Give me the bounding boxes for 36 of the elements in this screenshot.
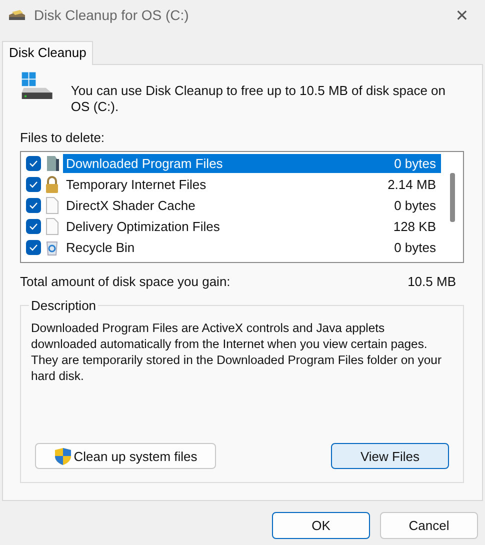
file-name[interactable]: Delivery Optimization Files <box>66 219 220 234</box>
file-size: 2.14 MB <box>388 177 436 192</box>
checkbox[interactable] <box>26 219 41 234</box>
checkbox[interactable] <box>26 156 41 171</box>
files-label: Files to delete: <box>20 130 106 145</box>
document-icon <box>45 218 59 235</box>
checkbox[interactable] <box>26 240 41 255</box>
close-button[interactable]: ✕ <box>439 0 485 30</box>
total-label: Total amount of disk space you gain: <box>20 274 230 289</box>
intro-text: You can use Disk Cleanup to free up to 10.5 MB of disk space on OS (C:). <box>70 82 447 115</box>
group-title: Description <box>29 298 98 313</box>
file-size: 128 KB <box>393 219 436 234</box>
dialog-button[interactable]: OK <box>272 512 370 539</box>
description-text: Downloaded Program Files are ActiveX controls and Java applets downloaded automatically from the Internet when you view certain pages. They are temporarily stored in the Downloaded Program Files folder on your hard disk. <box>31 320 443 384</box>
tab[interactable]: Disk Cleanup <box>2 41 94 65</box>
file-size: 0 bytes <box>394 156 436 171</box>
total-value: 10.5 MB <box>408 274 456 289</box>
scrollbar-thumb[interactable] <box>450 173 454 222</box>
file-name[interactable]: DirectX Shader Cache <box>66 198 196 213</box>
checkbox[interactable] <box>26 198 41 213</box>
checkbox[interactable] <box>26 177 41 192</box>
lock-icon <box>45 176 59 193</box>
clean-up-system-files-button[interactable]: Clean up system files <box>35 443 216 469</box>
view-files-button[interactable]: View Files <box>331 443 449 469</box>
dialog-button[interactable]: Cancel <box>380 512 478 539</box>
file-size: 0 bytes <box>394 198 436 213</box>
document-icon <box>45 197 59 214</box>
file-name[interactable]: Temporary Internet Files <box>66 177 206 192</box>
recycle-bin-icon <box>45 239 59 256</box>
disk-cleanup-icon <box>8 9 26 21</box>
window-title: Disk Cleanup for OS (C:) <box>34 7 190 23</box>
shield-icon <box>54 446 72 466</box>
file-name[interactable]: Recycle Bin <box>66 240 135 255</box>
file-size: 0 bytes <box>394 240 436 255</box>
folder-icon <box>45 155 59 172</box>
file-name[interactable]: Downloaded Program Files <box>66 156 223 171</box>
